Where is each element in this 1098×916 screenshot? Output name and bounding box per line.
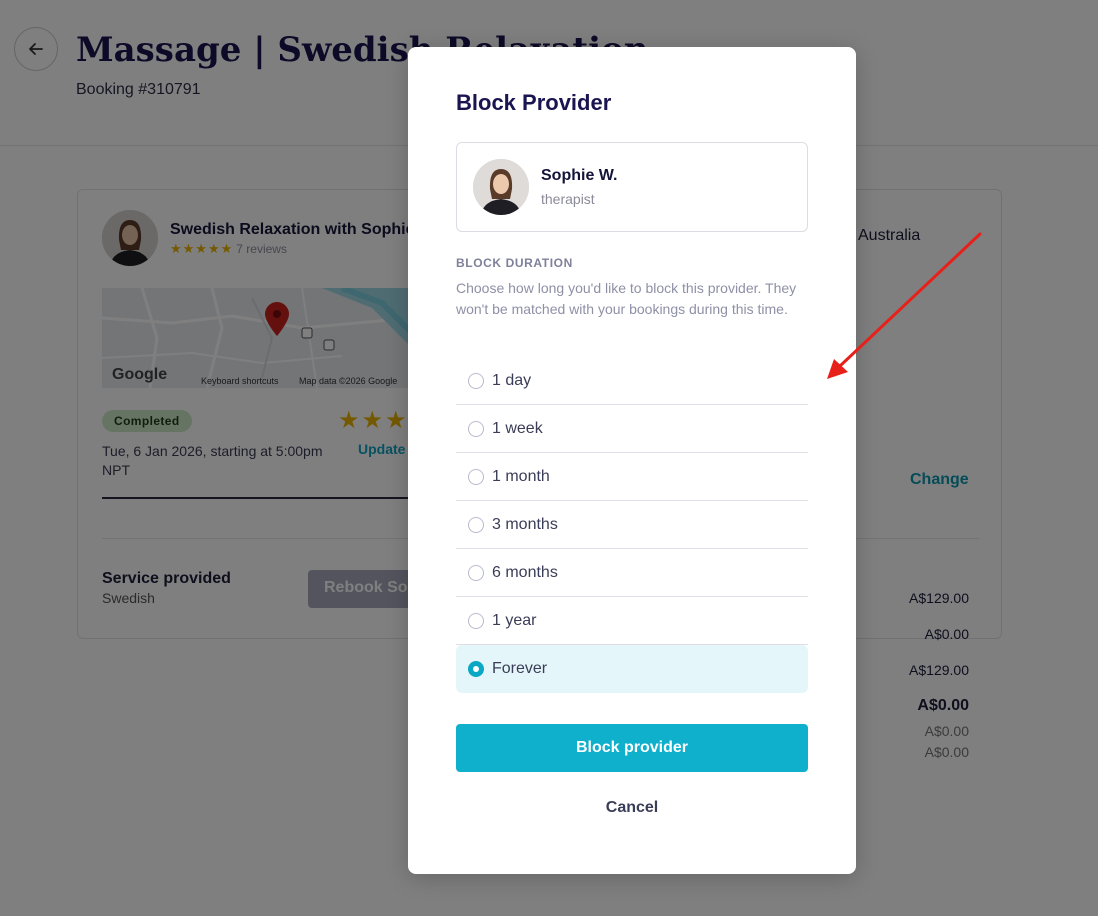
radio-button-selected[interactable]: [468, 661, 484, 677]
radio-button[interactable]: [468, 564, 484, 581]
radio-button[interactable]: [468, 372, 484, 389]
duration-option-1-year[interactable]: 1 year: [456, 597, 808, 645]
block-provider-modal: Block Provider Sophie W. therapist BLOCK…: [408, 47, 856, 874]
option-label: 1 year: [492, 611, 537, 629]
duration-option-1-month[interactable]: 1 month: [456, 453, 808, 501]
duration-options: 1 day 1 week 1 month 3 months 6 months 1…: [456, 357, 808, 693]
modal-title: Block Provider: [456, 90, 612, 115]
duration-option-3-months[interactable]: 3 months: [456, 501, 808, 549]
block-provider-button[interactable]: Block provider: [456, 724, 808, 772]
block-duration-description: Choose how long you'd like to block this…: [456, 280, 797, 317]
option-label: 1 day: [492, 371, 532, 389]
radio-button[interactable]: [468, 420, 484, 437]
duration-option-forever[interactable]: Forever: [456, 645, 808, 693]
provider-avatar: [473, 159, 529, 215]
option-label: 6 months: [492, 563, 558, 581]
option-label: 3 months: [492, 515, 558, 533]
radio-button[interactable]: [468, 612, 484, 629]
duration-option-1-week[interactable]: 1 week: [456, 405, 808, 453]
duration-option-6-months[interactable]: 6 months: [456, 549, 808, 597]
radio-button[interactable]: [468, 468, 484, 485]
provider-role: therapist: [541, 191, 595, 207]
option-label: 1 month: [492, 467, 550, 485]
option-label: Forever: [492, 660, 548, 677]
option-label: 1 week: [492, 419, 543, 437]
block-duration-label: BLOCK DURATION: [456, 256, 573, 270]
provider-name: Sophie W.: [541, 167, 618, 184]
duration-option-1-day[interactable]: 1 day: [456, 357, 808, 405]
cancel-button[interactable]: Cancel: [456, 792, 808, 824]
provider-card: Sophie W. therapist: [456, 142, 808, 232]
radio-button[interactable]: [468, 516, 484, 533]
